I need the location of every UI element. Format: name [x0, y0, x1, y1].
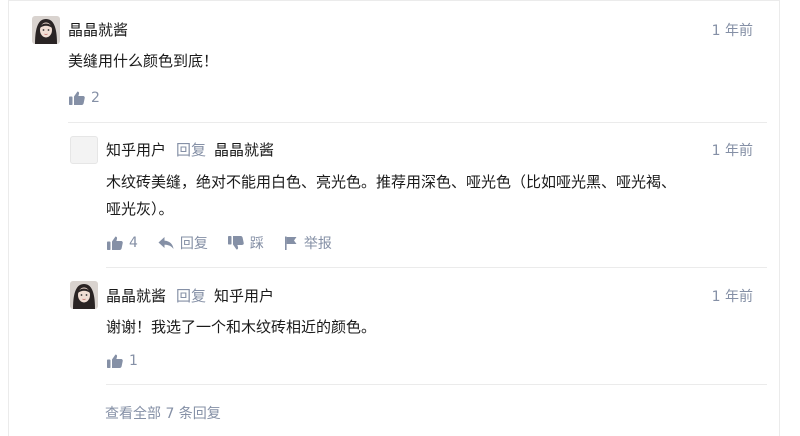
author-avatar[interactable]	[32, 16, 60, 44]
like-count: 2	[91, 90, 100, 106]
divider	[106, 267, 767, 268]
thumbs-up-icon	[107, 354, 123, 368]
author-name[interactable]: 知乎用户	[106, 141, 166, 159]
flag-icon	[284, 236, 297, 250]
comment-time: 1 年前	[711, 289, 753, 305]
like-count: 4	[129, 235, 138, 251]
reply-word: 回复	[176, 141, 207, 159]
comment-text-line: 美缝用什么颜色到底！	[68, 52, 219, 70]
reply-to-name[interactable]: 晶晶就酱	[214, 141, 274, 159]
comment-actions: 1	[107, 350, 158, 372]
comment-text: 美缝用什么颜色到底！	[68, 48, 218, 75]
comment-header: 知乎用户 回复 晶晶就酱	[106, 138, 274, 162]
comment-header: 晶晶就酱	[68, 18, 128, 42]
girl-avatar-icon	[32, 16, 60, 44]
comment-text: 谢谢！我选了一个和木纹砖相近的颜色。	[106, 314, 376, 341]
author-avatar[interactable]	[70, 136, 98, 164]
report-button[interactable]: 举报	[284, 233, 332, 253]
thumbs-up-icon	[107, 236, 123, 250]
comment-panel: 晶晶就酱 1 年前 美缝用什么颜色到底！ 2 知乎用户 回复 晶晶就酱 1 年前 木…	[8, 0, 780, 436]
thumbs-down-icon	[227, 236, 244, 250]
reply-to-name[interactable]: 知乎用户	[214, 287, 274, 305]
reply-label: 回复	[179, 236, 208, 252]
comment-time: 1 年前	[711, 143, 753, 159]
comment-text-line: 谢谢！我选了一个和木纹砖相近的颜色。	[106, 318, 377, 336]
comment-header: 晶晶就酱 回复 知乎用户	[106, 284, 274, 308]
comment-actions: 4 回复 踩 举报	[107, 232, 352, 254]
reply-arrow-icon	[158, 237, 174, 249]
view-all-replies-link[interactable]: 查看全部 7 条回复	[105, 403, 221, 423]
author-name[interactable]: 晶晶就酱	[68, 21, 128, 39]
author-avatar[interactable]	[70, 281, 98, 309]
like-count: 1	[129, 353, 138, 369]
reply-word: 回复	[176, 287, 207, 305]
report-label: 举报	[303, 236, 332, 252]
comment-actions: 2	[69, 87, 120, 109]
thumbs-up-icon	[69, 91, 85, 105]
dislike-label: 踩	[249, 236, 264, 252]
comment-text-line: 哑光灰）。	[106, 200, 174, 218]
divider	[106, 384, 767, 385]
reply-button[interactable]: 回复	[158, 233, 208, 253]
author-name[interactable]: 晶晶就酱	[106, 287, 166, 305]
like-button[interactable]: 4	[107, 235, 138, 251]
comment-text-line: 木纹砖美缝，绝对不能用白色、亮光色。推荐用深色、哑光色（比如哑光黑、哑光褐、	[106, 173, 677, 191]
like-button[interactable]: 1	[107, 353, 138, 369]
girl-avatar-icon	[70, 281, 98, 309]
like-button[interactable]: 2	[69, 90, 100, 106]
comment-time: 1 年前	[711, 23, 753, 39]
divider	[68, 122, 767, 123]
dislike-button[interactable]: 踩	[227, 233, 264, 253]
comment-text: 木纹砖美缝，绝对不能用白色、亮光色。推荐用深色、哑光色（比如哑光黑、哑光褐、 哑…	[106, 169, 676, 223]
